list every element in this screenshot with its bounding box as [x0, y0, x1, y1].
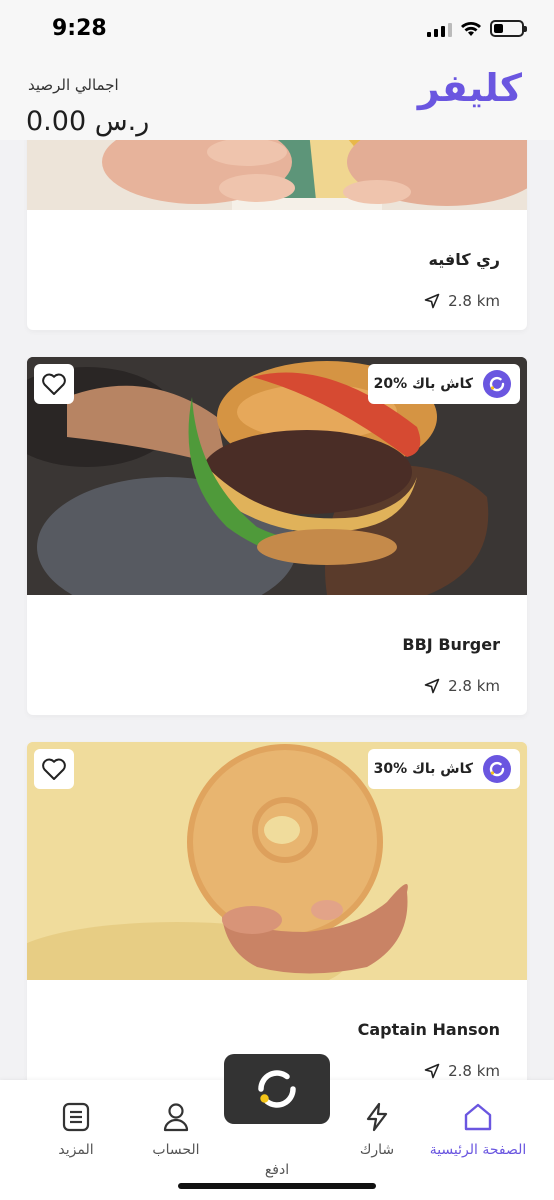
store-feed[interactable]: ري كافيه 2.8 km 20% كاش باك BBJ Burger 2…	[0, 140, 554, 1080]
store-name[interactable]: ري كافيه	[429, 250, 500, 269]
nav-more[interactable]: المزيد	[26, 1102, 126, 1158]
lightning-icon	[366, 1102, 388, 1132]
nav-account-label: الحساب	[152, 1142, 200, 1158]
nav-pay[interactable]: ادفع	[227, 1162, 327, 1178]
store-distance: 2.8 km	[424, 677, 500, 695]
store-name[interactable]: Captain Hanson	[358, 1020, 500, 1039]
app-logo: كليفر	[417, 66, 523, 110]
refresh-icon	[483, 755, 511, 783]
user-icon	[163, 1103, 189, 1132]
nav-share-label: شارك	[359, 1142, 395, 1158]
nav-share[interactable]: شارك	[327, 1102, 427, 1158]
store-info[interactable]: BBJ Burger 2.8 km	[27, 595, 527, 715]
store-info[interactable]: ري كافيه 2.8 km	[27, 210, 527, 330]
status-icons	[427, 20, 527, 37]
home-indicator	[178, 1183, 376, 1189]
cashback-text: 20% كاش باك	[373, 376, 473, 392]
status-time: 9:28	[52, 16, 107, 41]
pay-button[interactable]	[224, 1054, 330, 1124]
heart-icon	[42, 758, 66, 780]
store-image[interactable]: 20% كاش باك	[27, 357, 527, 595]
wifi-icon	[461, 21, 481, 36]
nav-more-label: المزيد	[58, 1142, 94, 1158]
refresh-icon	[483, 370, 511, 398]
cashback-badge: 30% كاش باك	[367, 749, 520, 789]
store-distance: 2.8 km	[424, 1062, 500, 1080]
store-card[interactable]: 30% كاش باك Captain Hanson 2.8 km	[27, 742, 527, 1080]
distance-value: 2.8 km	[448, 292, 500, 310]
store-distance: 2.8 km	[424, 292, 500, 310]
cafe-photo	[27, 140, 527, 210]
nav-home[interactable]: الصفحة الرئيسية	[428, 1102, 528, 1158]
nav-home-label: الصفحة الرئيسية	[429, 1142, 527, 1158]
store-image[interactable]: 30% كاش باك	[27, 742, 527, 980]
navigation-arrow-icon	[424, 678, 440, 694]
favorite-button[interactable]	[34, 749, 74, 789]
distance-value: 2.8 km	[448, 677, 500, 695]
navigation-arrow-icon	[424, 293, 440, 309]
menu-list-icon	[62, 1102, 90, 1132]
cashback-badge: 20% كاش باك	[367, 364, 520, 404]
nav-account[interactable]: الحساب	[126, 1102, 226, 1158]
cashback-text: 30% كاش باك	[373, 761, 473, 777]
favorite-button[interactable]	[34, 364, 74, 404]
distance-value: 2.8 km	[448, 1062, 500, 1080]
status-bar: 9:28	[0, 0, 554, 62]
home-icon	[464, 1103, 492, 1131]
nav-pay-label: ادفع	[264, 1162, 290, 1178]
store-card[interactable]: 20% كاش باك BBJ Burger 2.8 km	[27, 357, 527, 715]
navigation-arrow-icon	[424, 1063, 440, 1079]
store-name[interactable]: BBJ Burger	[402, 635, 500, 654]
battery-icon	[490, 20, 527, 37]
app-header: كليفر اجمالي الرصيد ر.س 0.00	[0, 62, 554, 140]
balance-value[interactable]: ر.س 0.00	[26, 106, 149, 137]
heart-icon	[42, 373, 66, 395]
cellular-signal-icon	[427, 21, 452, 37]
store-image[interactable]	[27, 140, 527, 210]
cleaver-logo-icon	[258, 1070, 296, 1108]
store-card[interactable]: ري كافيه 2.8 km	[27, 140, 527, 330]
bottom-navigation: الصفحة الرئيسية شارك ادفع الحساب المزيد	[0, 1054, 554, 1200]
balance-label: اجمالي الرصيد	[28, 76, 119, 94]
